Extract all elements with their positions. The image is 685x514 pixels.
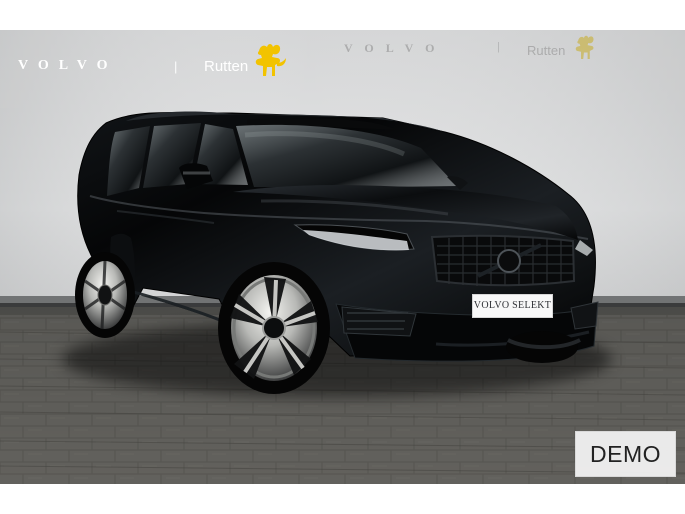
demo-badge: DEMO: [575, 431, 676, 477]
vehicle-photo: [0, 30, 685, 484]
license-plate: VOLVO SELEKT: [472, 294, 553, 318]
vehicle-photo-viewer: VOLVO | Rutten VOLVO | Rutten VOLVO SELE…: [0, 0, 685, 514]
car-scene-illustration: [0, 30, 685, 484]
